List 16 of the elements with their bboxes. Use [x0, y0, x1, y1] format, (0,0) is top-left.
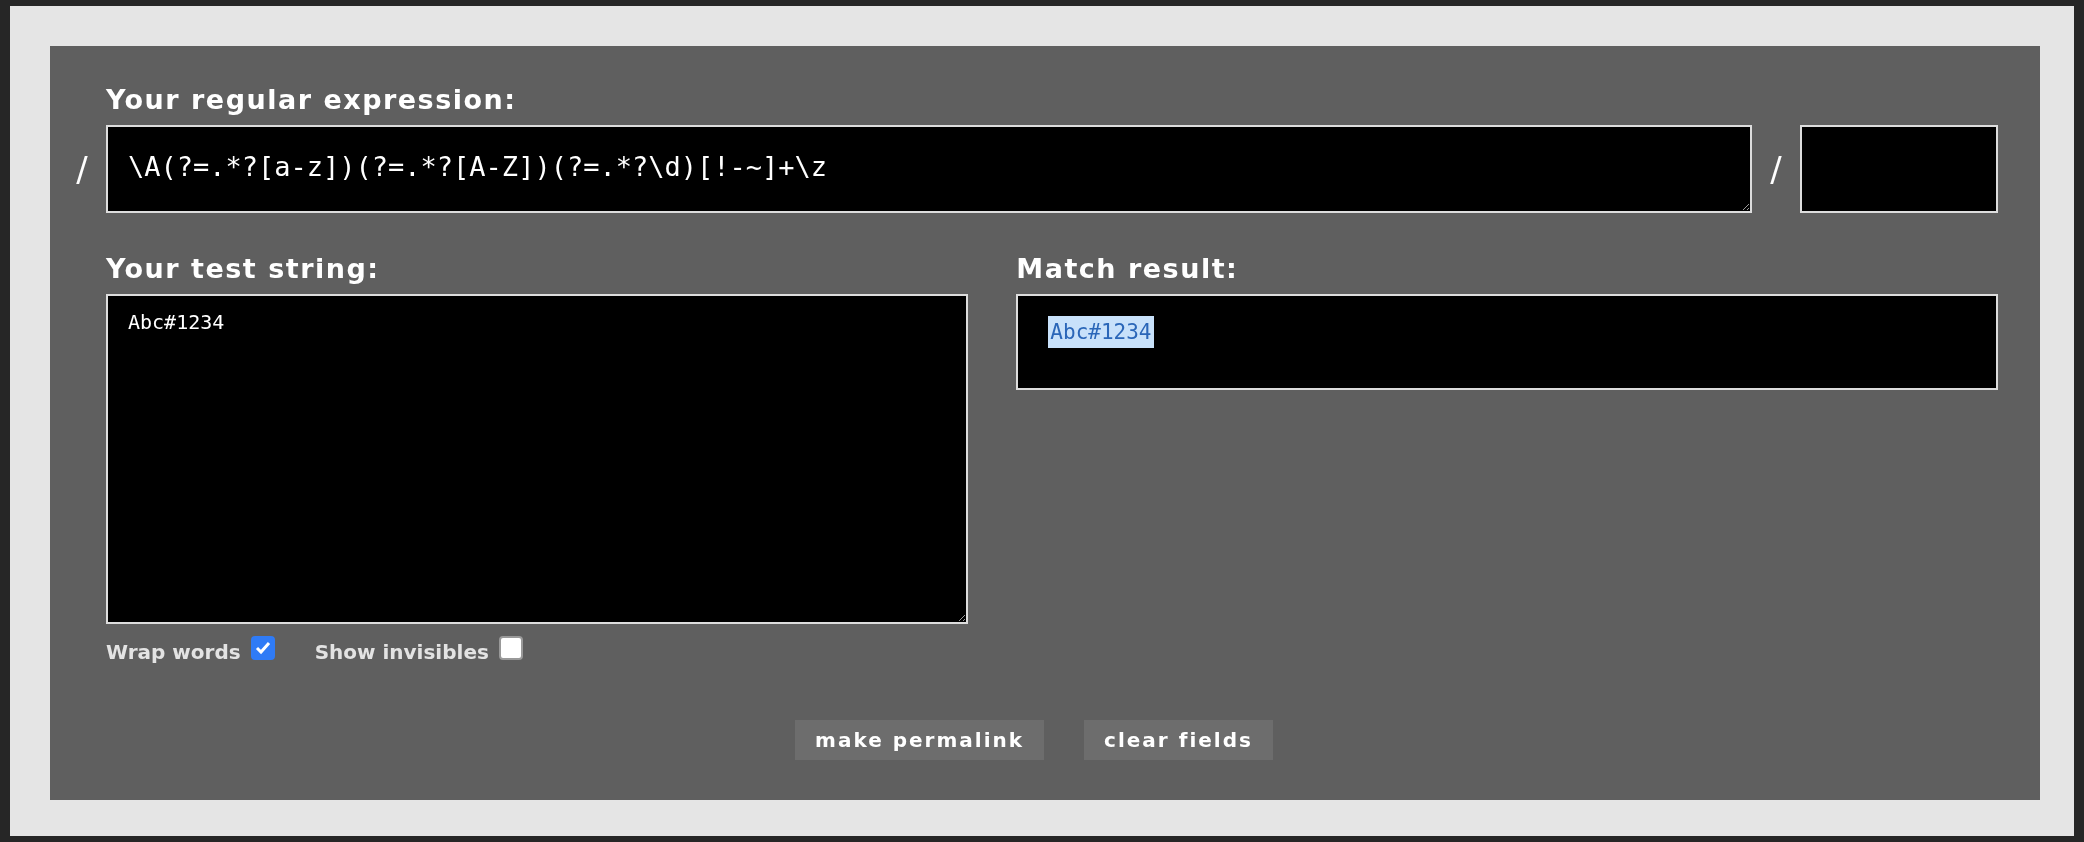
regex-label: Your regular expression: [106, 84, 518, 115]
option-label: Wrap words [106, 640, 241, 664]
action-button[interactable]: make permalink [795, 720, 1045, 760]
test-string-input[interactable]: Abc#1234 [106, 294, 969, 624]
option-label: Show invisibles [314, 640, 489, 664]
test-string-label: Your test string: [106, 253, 381, 284]
checkbox[interactable] [250, 636, 275, 660]
flags-input[interactable] [1800, 125, 1998, 213]
matched-text: Abc#1234 [1048, 316, 1154, 348]
regex-close-delimiter: / [1769, 149, 1783, 189]
check-icon [254, 641, 271, 655]
action-button[interactable]: clear fields [1084, 720, 1273, 760]
regex-open-delimiter: / [75, 149, 89, 189]
checkbox[interactable] [498, 636, 523, 660]
match-result-label: Match result: [1016, 253, 1240, 284]
regex-input[interactable]: \A(?=.*?[a-z])(?=.*?[A-Z])(?=.*?\d)[!-~]+\z [106, 125, 1752, 213]
